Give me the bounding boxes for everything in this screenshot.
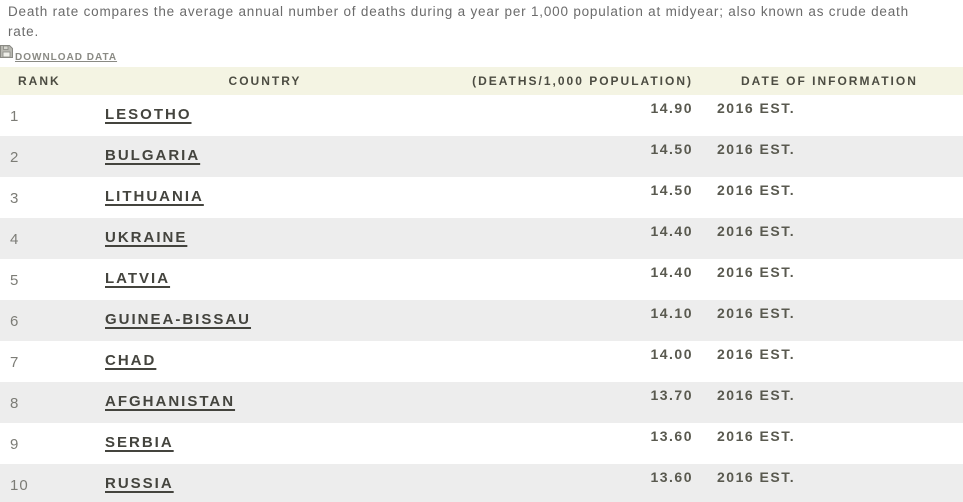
table-body: 1 LESOTHO 14.90 2016 EST. 2 BULGARIA 14.… [0, 95, 963, 502]
country-link[interactable]: LATVIA [105, 270, 170, 287]
value-cell: 14.90 [650, 100, 693, 116]
table-row: 4 UKRAINE 14.40 2016 EST. [0, 218, 963, 259]
rank-cell: 6 [10, 313, 20, 330]
country-link[interactable]: LESOTHO [105, 106, 192, 123]
download-row: DOWNLOAD DATA [0, 45, 963, 63]
country-cell: LATVIA [90, 259, 440, 300]
country-link[interactable]: UKRAINE [105, 229, 187, 246]
rank-cell: 9 [10, 436, 20, 453]
table-row: 1 LESOTHO 14.90 2016 EST. [0, 95, 963, 136]
column-header-country: COUNTRY [228, 74, 302, 88]
value-cell: 14.10 [650, 305, 693, 321]
country-cell: SERBIA [90, 423, 440, 464]
value-cell: 14.40 [650, 264, 693, 280]
value-cell: 13.60 [650, 469, 693, 485]
table-row: 8 AFGHANISTAN 13.70 2016 EST. [0, 382, 963, 423]
country-cell: CHAD [90, 341, 440, 382]
country-link[interactable]: RUSSIA [105, 475, 174, 492]
table-header-row: RANK COUNTRY (DEATHS/1,000 POPULATION) D… [0, 67, 963, 95]
rank-order-table: RANK COUNTRY (DEATHS/1,000 POPULATION) D… [0, 67, 963, 502]
date-cell: 2016 EST. [717, 223, 796, 239]
country-cell: LESOTHO [90, 95, 440, 136]
rank-cell: 3 [10, 190, 20, 207]
rank-cell: 5 [10, 272, 20, 289]
death-rate-rank-page: Death rate compares the average annual n… [0, 0, 963, 502]
country-cell: UKRAINE [90, 218, 440, 259]
date-cell: 2016 EST. [717, 469, 796, 485]
table-row: 9 SERBIA 13.60 2016 EST. [0, 423, 963, 464]
country-cell: BULGARIA [90, 136, 440, 177]
country-cell: GUINEA-BISSAU [90, 300, 440, 341]
date-cell: 2016 EST. [717, 428, 796, 444]
country-link[interactable]: LITHUANIA [105, 188, 204, 205]
table-row: 3 LITHUANIA 14.50 2016 EST. [0, 177, 963, 218]
value-cell: 14.00 [650, 346, 693, 362]
date-cell: 2016 EST. [717, 264, 796, 280]
table-row: 6 GUINEA-BISSAU 14.10 2016 EST. [0, 300, 963, 341]
download-data-link[interactable]: DOWNLOAD DATA [0, 45, 117, 63]
country-cell: AFGHANISTAN [90, 382, 440, 423]
country-link[interactable]: SERBIA [105, 434, 174, 451]
rank-cell: 7 [10, 354, 20, 371]
value-cell: 14.40 [650, 223, 693, 239]
floppy-disk-icon [0, 45, 13, 63]
rank-cell: 10 [10, 477, 29, 494]
date-cell: 2016 EST. [717, 387, 796, 403]
rank-cell: 8 [10, 395, 20, 412]
country-cell: LITHUANIA [90, 177, 440, 218]
table-row: 5 LATVIA 14.40 2016 EST. [0, 259, 963, 300]
value-cell: 13.70 [650, 387, 693, 403]
value-cell: 14.50 [650, 141, 693, 157]
date-cell: 2016 EST. [717, 100, 796, 116]
date-cell: 2016 EST. [717, 182, 796, 198]
value-cell: 13.60 [650, 428, 693, 444]
rank-cell: 1 [10, 108, 20, 125]
date-cell: 2016 EST. [717, 141, 796, 157]
rank-cell: 4 [10, 231, 20, 248]
value-cell: 14.50 [650, 182, 693, 198]
country-link[interactable]: GUINEA-BISSAU [105, 311, 251, 328]
download-data-label: DOWNLOAD DATA [15, 52, 118, 63]
table-row: 7 CHAD 14.00 2016 EST. [0, 341, 963, 382]
table-row: 10 RUSSIA 13.60 2016 EST. [0, 464, 963, 502]
date-cell: 2016 EST. [717, 305, 796, 321]
date-cell: 2016 EST. [717, 346, 796, 362]
country-link[interactable]: AFGHANISTAN [105, 393, 235, 410]
country-link[interactable]: CHAD [105, 352, 156, 369]
column-header-date: DATE OF INFORMATION [741, 74, 918, 88]
rank-cell: 2 [10, 149, 20, 166]
country-cell: RUSSIA [90, 464, 440, 502]
page-description: Death rate compares the average annual n… [8, 4, 909, 39]
country-link[interactable]: BULGARIA [105, 147, 200, 164]
column-header-rank: RANK [18, 74, 61, 88]
column-header-value: (DEATHS/1,000 POPULATION) [472, 74, 693, 88]
table-row: 2 BULGARIA 14.50 2016 EST. [0, 136, 963, 177]
